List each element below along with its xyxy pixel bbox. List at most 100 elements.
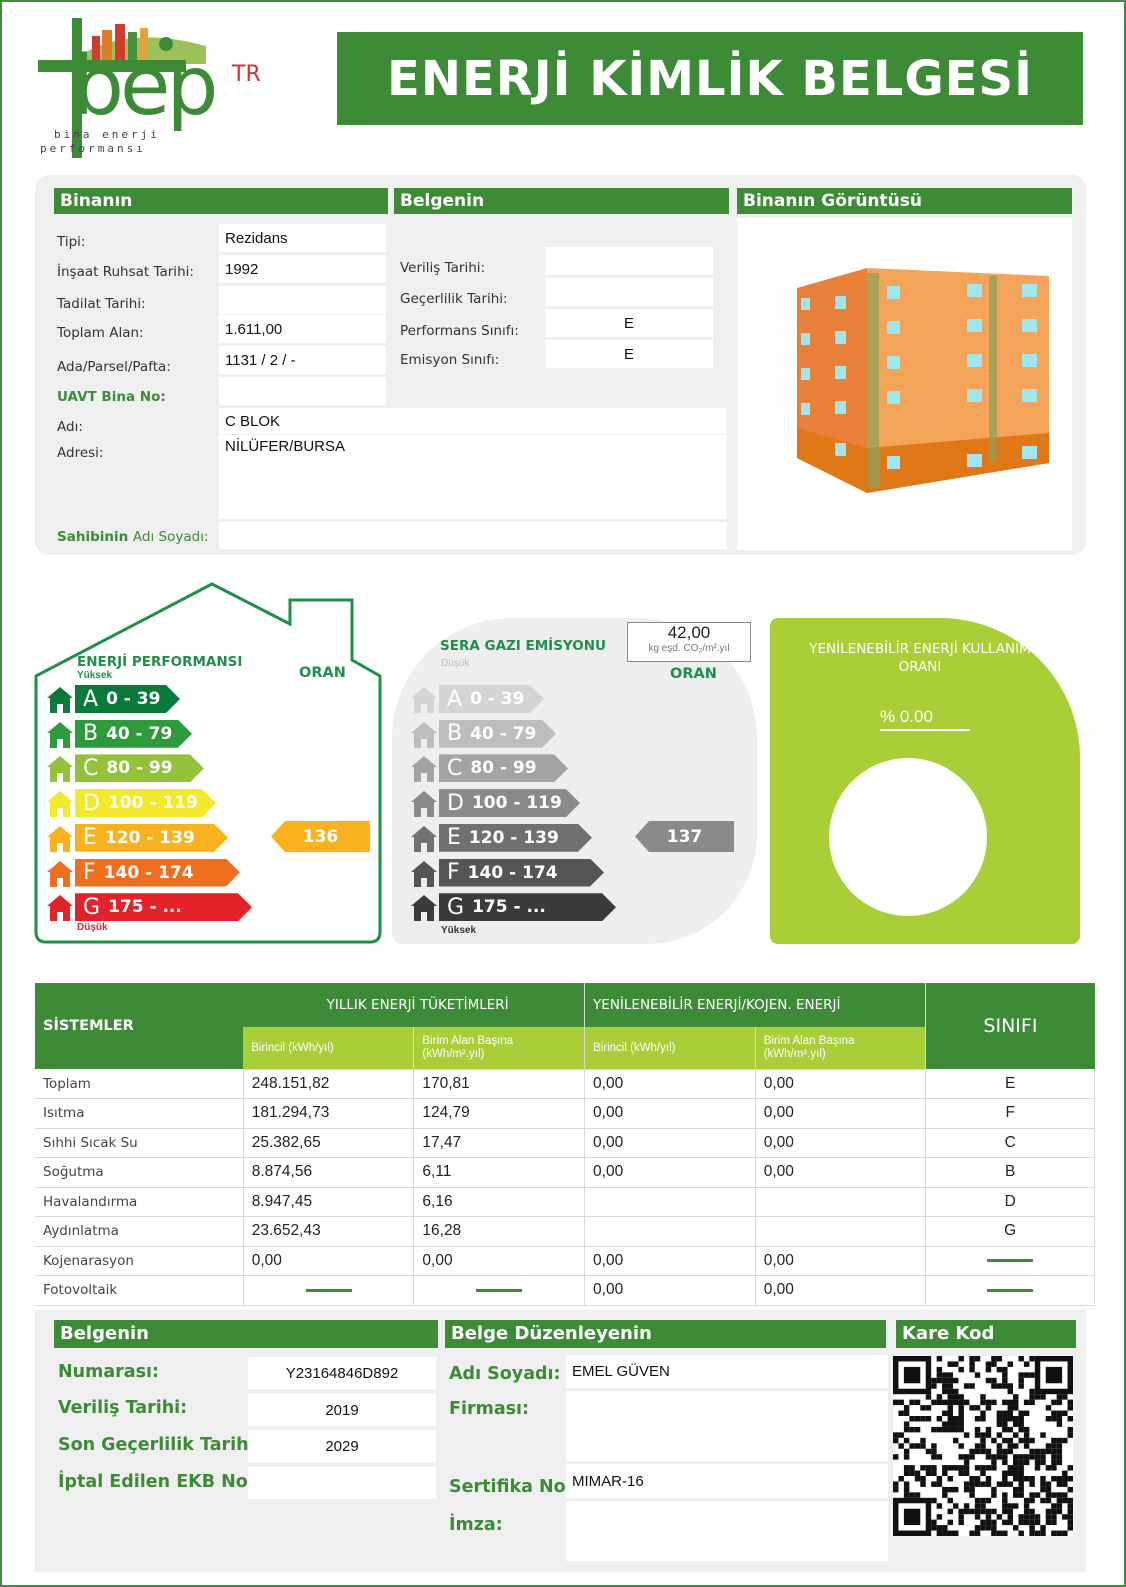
- rating-band-c: C 80 - 99: [75, 754, 204, 782]
- col-systems: SİSTEMLER: [35, 983, 244, 1069]
- cell-name: Soğutma: [35, 1157, 244, 1188]
- adi-label: Adı:: [57, 419, 83, 435]
- cell-cls: [925, 1246, 1095, 1276]
- band-range: 100 - 119: [107, 793, 198, 814]
- cell-c4: 0,00: [755, 1069, 927, 1099]
- issuer-header: Belge Düzenleyenin: [445, 1320, 886, 1348]
- col-area-2-line1: Birim Alan Başına: [763, 1034, 855, 1047]
- cell-cls: D: [925, 1187, 1095, 1217]
- col-primary-2: Birincil (kWh/yıl): [584, 1027, 756, 1070]
- table-row: Toplam 248.151,82 170,81 0,00 0,00 E: [35, 1069, 1095, 1099]
- cell-c4: [755, 1187, 927, 1217]
- cell-c2: [413, 1275, 586, 1306]
- qr-header-text: Kare Kod: [902, 1323, 995, 1344]
- iptal-label: İptal Edilen EKB No:: [58, 1472, 255, 1492]
- house-icon: [411, 687, 437, 713]
- cell-c3: [584, 1216, 756, 1247]
- emission-top-label: Düşük: [441, 658, 470, 669]
- renewable-title: YENİLENEBİLİR ENERJİ KULLANIM ORANI: [770, 640, 1070, 676]
- rating-band-a: A 0 - 39: [439, 685, 544, 713]
- alan-value: 1.611,00: [219, 315, 386, 343]
- col-area-2-line2: (kWh/m².yıl): [763, 1047, 826, 1060]
- ada-label: Ada/Parsel/Pafta:: [57, 359, 171, 375]
- col-primary-1: Birincil (kWh/yıl): [243, 1027, 415, 1070]
- page-title-text: ENERJİ KİMLİK BELGESİ: [387, 50, 1033, 107]
- cell-cls: F: [925, 1098, 1095, 1129]
- col-area-1-line1: Birim Alan Başına: [422, 1034, 514, 1047]
- cell-c1: 8.874,56: [243, 1157, 415, 1188]
- certificate-header: Belgenin: [394, 188, 729, 214]
- issuer-header-text: Belge Düzenleyenin: [451, 1323, 652, 1344]
- cert-verilis-value: [545, 247, 713, 275]
- emission-bottom-label: Yüksek: [441, 925, 477, 936]
- rating-band-d: D 100 - 119: [75, 789, 216, 817]
- band-range: 40 - 79: [106, 723, 173, 744]
- cell-c2: 124,79: [413, 1098, 586, 1129]
- band-range: 80 - 99: [106, 758, 173, 779]
- building-image-header: Binanın Görüntüsü: [737, 188, 1072, 214]
- energy-top-label: Yüksek: [77, 670, 113, 681]
- house-icon: [411, 895, 437, 922]
- house-icon: [47, 895, 73, 922]
- table-row: Havalandırma 8.947,45 6,16 D: [35, 1187, 1095, 1217]
- logo-subtitle-2: performansı: [40, 142, 146, 155]
- emission-box-value: 42,00: [667, 623, 711, 642]
- table-row: Soğutma 8.874,56 6,11 0,00 0,00 B: [35, 1157, 1095, 1188]
- rating-band-b: B 40 - 79: [439, 720, 556, 748]
- band-range: 0 - 39: [106, 689, 161, 709]
- emission-title: SERA GAZI EMİSYONU: [440, 638, 606, 654]
- cert-gecerlilik-value: [545, 278, 713, 306]
- adsoyad-label: Adı Soyadı:: [449, 1364, 561, 1384]
- cell-c1: 23.652,43: [243, 1216, 415, 1247]
- qr-header: Kare Kod: [896, 1320, 1076, 1348]
- emisyon-value: E: [545, 340, 713, 368]
- cell-c4: 0,00: [755, 1275, 927, 1306]
- band-letter: D: [447, 790, 464, 816]
- ada-value: 1131 / 2 / -: [219, 346, 386, 374]
- cell-name: Havalandırma: [35, 1187, 244, 1217]
- band-letter: A: [447, 686, 463, 712]
- renewable-gauge-circle: [829, 758, 987, 916]
- energy-value-badge: 136: [271, 821, 370, 852]
- house-icon: [47, 791, 73, 818]
- cell-c1: 25.382,65: [243, 1128, 415, 1158]
- dash-mark: [987, 1288, 1034, 1292]
- qr-code: [893, 1356, 1073, 1536]
- cell-c3: [584, 1187, 756, 1217]
- tadilat-label: Tadilat Tarihi:: [57, 296, 146, 312]
- band-range: 120 - 139: [104, 827, 195, 848]
- band-letter: B: [447, 721, 463, 747]
- col-renewable: YENİLENEBİLİR ENERJİ/KOJEN. ENERJİ: [584, 983, 927, 1027]
- col-class: SINIFI: [925, 983, 1095, 1069]
- house-icon: [47, 687, 73, 713]
- imza-value: [566, 1501, 888, 1561]
- cell-c1: 181.294,73: [243, 1098, 415, 1129]
- adsoyad-value: EMEL GÜVEN: [566, 1355, 888, 1388]
- energy-oran-label: ORAN: [299, 665, 346, 681]
- band-letter: C: [447, 755, 463, 781]
- band-range: 120 - 139: [468, 827, 559, 848]
- cell-cls: C: [925, 1128, 1095, 1158]
- band-range: 40 - 79: [470, 723, 537, 744]
- table-row: Aydınlatma 23.652,43 16,28 G: [35, 1216, 1095, 1247]
- cell-name: Toplam: [35, 1069, 244, 1099]
- son-gecerlilik-label: Son Geçerlilik Tarihi:: [58, 1435, 262, 1455]
- adres-value: NİLÜFER/BURSA: [219, 435, 727, 519]
- logo-mark: bep: [72, 39, 219, 134]
- emission-value: 137: [666, 826, 703, 847]
- cell-cls: [925, 1275, 1095, 1306]
- sahibi-label-1: Sahibinin: [57, 529, 129, 545]
- cell-c3: 0,00: [584, 1157, 756, 1188]
- band-letter: A: [83, 686, 99, 712]
- renewable-value: % 0.00: [880, 707, 970, 731]
- rating-band-f: F 140 - 174: [439, 859, 604, 887]
- table-row: Sıhhi Sıcak Su 25.382,65 17,47 0,00 0,00 C: [35, 1128, 1095, 1158]
- perf-label: Performans Sınıfı:: [400, 323, 519, 339]
- house-icon: [47, 756, 73, 783]
- band-range: 140 - 174: [103, 862, 194, 883]
- rating-band-a: A 0 - 39: [75, 685, 180, 713]
- uavt-value: [219, 377, 386, 405]
- logo-suffix: TR: [232, 62, 261, 87]
- energy-bottom-label: Düşük: [77, 922, 108, 933]
- table-row: Kojenarasyon 0,00 0,00 0,00 0,00: [35, 1246, 1095, 1276]
